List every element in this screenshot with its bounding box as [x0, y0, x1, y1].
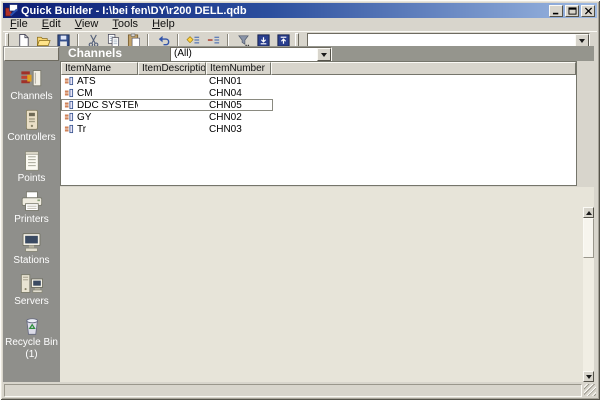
channels-list: ItemNameItemDescriptionItemNumber ATS CHN…: [60, 61, 577, 186]
chevron-down-icon[interactable]: [317, 48, 331, 61]
sidebar-item-label: Channels: [10, 91, 52, 102]
cell-itemnumber: CHN03: [206, 124, 271, 135]
servers-icon: [18, 273, 45, 295]
cell-itemname: CM: [61, 88, 138, 99]
table-header-row: ItemNameItemDescriptionItemNumber: [61, 62, 576, 75]
channel-item-icon: [64, 124, 74, 134]
channel-item-icon: [64, 100, 74, 110]
sidebar-item-label: Points: [18, 173, 46, 184]
sidebar-item-label: Controllers: [7, 132, 55, 143]
scroll-down-arrow-icon[interactable]: [583, 371, 594, 382]
sidebar-item-channels[interactable]: Channels: [3, 68, 60, 102]
filter-combobox[interactable]: (All): [170, 47, 332, 62]
printers-icon: [18, 191, 45, 213]
cell-itemname: Tr: [61, 124, 138, 135]
scroll-up-arrow-icon[interactable]: [583, 207, 594, 218]
minimize-icon: [552, 7, 561, 15]
close-button[interactable]: [581, 5, 595, 17]
sidebar-item-stations[interactable]: Stations: [3, 232, 60, 266]
channel-item-icon: [64, 88, 74, 98]
cell-itemnumber: CHN04: [206, 88, 271, 99]
sidebar-item-servers[interactable]: Servers: [3, 273, 60, 307]
table-body: ATS CHN01 CM CHN04 DDC SYSTEM CHN05 GY CHN02 Tr C…: [61, 75, 576, 135]
maximize-icon: [568, 7, 577, 15]
vertical-scrollbar[interactable]: [583, 207, 594, 382]
channels-header-bar: Channels (All): [60, 46, 594, 61]
cell-itemnumber: CHN02: [206, 112, 271, 123]
maximize-button[interactable]: [565, 5, 579, 17]
channel-item-icon: [64, 112, 74, 122]
menu-edit[interactable]: Edit: [35, 18, 68, 31]
sidebar-item-label: Recycle Bin: [5, 337, 58, 348]
sidebar-header-strip: [4, 47, 59, 61]
sidebar-item-points[interactable]: Points: [3, 150, 60, 184]
sidebar-item-recycle-bin[interactable]: Recycle Bin(1): [3, 314, 60, 360]
filter-combobox-value: (All): [174, 48, 192, 59]
cell-itemname: ATS: [61, 76, 138, 87]
close-icon: [584, 7, 593, 15]
minimize-button[interactable]: [549, 5, 563, 17]
title-bar: Quick Builder - I:\bei fen\DY\r200 DELL.…: [3, 3, 597, 18]
item-name-text: DDC SYSTEM: [77, 100, 138, 111]
cell-itemname: GY: [61, 112, 138, 123]
channel-item-icon: [64, 76, 74, 86]
recycle-bin-icon: [18, 314, 45, 336]
window-title: Quick Builder - I:\bei fen\DY\r200 DELL.…: [21, 5, 247, 17]
item-name-text: Tr: [77, 124, 86, 135]
controllers-icon: [18, 109, 45, 131]
sidebar-item-label: Stations: [13, 255, 49, 266]
sidebar-item-count: (1): [25, 349, 37, 360]
column-header-itemname[interactable]: ItemName: [61, 62, 138, 75]
resize-grip[interactable]: [584, 384, 596, 396]
sidebar-item-label: Printers: [14, 214, 48, 225]
scrollbar-thumb[interactable]: [583, 218, 594, 258]
points-icon: [18, 150, 45, 172]
status-text: [4, 384, 582, 397]
column-header-itemnumber[interactable]: ItemNumber: [206, 62, 271, 75]
stations-icon: [18, 232, 45, 254]
item-name-text: CM: [77, 88, 93, 99]
cell-itemnumber: CHN01: [206, 76, 271, 87]
channels-icon: [18, 68, 45, 90]
table-row[interactable]: CM CHN04: [61, 87, 576, 99]
window-controls: [549, 5, 595, 17]
column-header-itemdescription[interactable]: ItemDescription: [138, 62, 206, 75]
table-row[interactable]: GY CHN02: [61, 111, 576, 123]
status-bar: [3, 383, 597, 397]
column-header-filler: [271, 62, 576, 75]
sidebar: Channels Controllers Points Printers Station…: [3, 46, 60, 382]
table-row[interactable]: ATS CHN01: [61, 75, 576, 87]
cell-itemname: DDC SYSTEM: [61, 100, 138, 111]
sidebar-item-label: Servers: [14, 296, 48, 307]
sidebar-item-printers[interactable]: Printers: [3, 191, 60, 225]
item-name-text: ATS: [77, 76, 96, 87]
menu-help[interactable]: Help: [145, 18, 182, 31]
menu-view[interactable]: View: [68, 18, 106, 31]
table-row[interactable]: DDC SYSTEM CHN05: [61, 99, 576, 111]
detail-pane: [60, 187, 594, 382]
quick-builder-icon: [5, 4, 18, 17]
menu-tools[interactable]: Tools: [105, 18, 145, 31]
cell-itemnumber: CHN05: [206, 100, 271, 111]
table-row[interactable]: Tr CHN03: [61, 123, 576, 135]
menu-bar: FileEditViewToolsHelp: [3, 18, 597, 31]
menu-file[interactable]: File: [3, 18, 35, 31]
item-name-text: GY: [77, 112, 91, 123]
sidebar-item-controllers[interactable]: Controllers: [3, 109, 60, 143]
